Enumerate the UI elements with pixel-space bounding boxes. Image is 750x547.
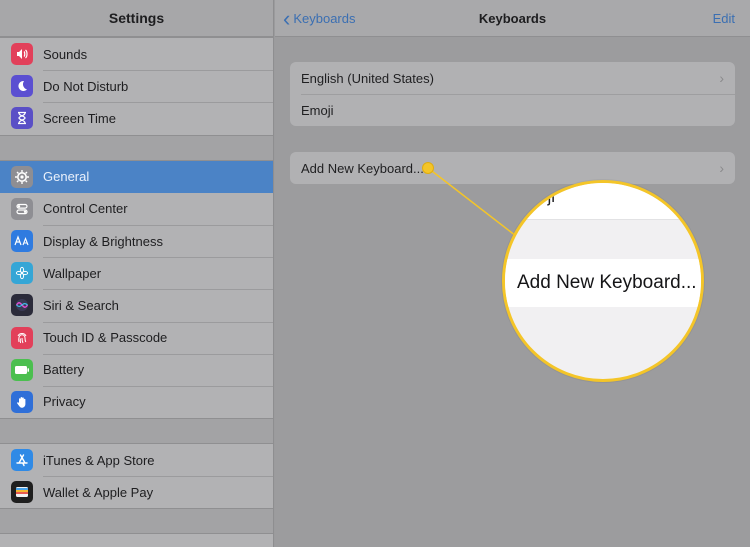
sidebar-item-label: Control Center (43, 201, 128, 217)
sidebar-item-label: Battery (43, 362, 85, 378)
sidebar-title: Settings (0, 0, 273, 37)
callout-dot (422, 162, 434, 174)
moon-icon (11, 75, 33, 98)
sidebar-item-label: Touch ID & Passcode (43, 330, 168, 346)
hourglass-icon (11, 107, 33, 130)
gear-icon (11, 165, 33, 188)
magnifier-add-keyboard: Add New Keyboard... (505, 259, 701, 307)
magnifier-callout: oji Add New Keyboard... (502, 180, 704, 382)
sidebar-item-privacy[interactable]: Privacy (0, 385, 273, 418)
sidebar-item-label: Sounds (43, 46, 88, 62)
speaker-icon (11, 43, 33, 66)
sidebar-item-label: Wallet & Apple Pay (43, 484, 154, 500)
sidebar-group-accounts (0, 533, 273, 547)
sidebar-item-general[interactable]: General (0, 160, 273, 193)
sidebar-item-label: Display & Brightness (43, 233, 163, 249)
app-store-icon (11, 449, 33, 472)
sidebar-item-control-center[interactable]: Control Center (0, 193, 273, 225)
add-new-keyboard-button[interactable]: Add New Keyboard... › (290, 152, 735, 184)
chevron-right-icon: › (719, 70, 724, 86)
sidebar-item-label: Siri & Search (43, 297, 119, 313)
keyboard-emoji[interactable]: Emoji (290, 94, 735, 126)
sidebar-item-label: General (43, 169, 90, 185)
chevron-left-icon: ‹ (283, 5, 291, 31)
edit-button[interactable]: Edit (713, 0, 735, 37)
keyboard-label: Emoji (301, 102, 334, 118)
sidebar-item-touch-id-passcode[interactable]: Touch ID & Passcode (0, 321, 273, 354)
siri-icon (11, 294, 33, 317)
keyboard-label: English (United States) (301, 70, 434, 86)
sidebar-group-system: General Control Center Display & Brightn… (0, 159, 273, 420)
magnifier-top-row (505, 183, 701, 219)
toggles-icon (11, 197, 33, 220)
add-keyboard-label: Add New Keyboard... (301, 160, 424, 176)
sidebar-item-label: Privacy (43, 394, 86, 410)
back-button[interactable]: ‹ Keyboards (283, 0, 355, 37)
sidebar-item-label: Screen Time (43, 110, 116, 126)
sidebar-group-store: iTunes & App Store Wallet & Apple Pay (0, 443, 273, 510)
sidebar-item-label: Wallpaper (43, 265, 102, 281)
wallet-icon (11, 481, 33, 504)
sidebar-item-screen-time[interactable]: Screen Time (0, 102, 273, 134)
back-button-label: Keyboards (293, 11, 356, 26)
magnifier-separator (505, 219, 701, 220)
text-size-icon (11, 230, 33, 253)
battery-icon (11, 358, 33, 381)
flower-icon (11, 262, 33, 285)
sidebar-item-display-brightness[interactable]: Display & Brightness (0, 224, 273, 257)
sidebar-item-siri-search[interactable]: Siri & Search (0, 289, 273, 321)
sidebar-item-itunes-app-store[interactable]: iTunes & App Store (0, 444, 273, 476)
sidebar-item-wallet-apple-pay[interactable]: Wallet & Apple Pay (0, 476, 273, 508)
sidebar-item-do-not-disturb[interactable]: Do Not Disturb (0, 70, 273, 102)
fingerprint-icon (11, 326, 33, 349)
sidebar-spacer (0, 419, 273, 444)
hand-icon (11, 390, 33, 413)
keyboards-list: English (United States) › Emoji (290, 62, 735, 126)
sidebar-spacer (0, 135, 273, 160)
sidebar-item-wallpaper[interactable]: Wallpaper (0, 257, 273, 289)
sidebar-spacer (0, 509, 273, 534)
sidebar-item-label: iTunes & App Store (43, 452, 155, 468)
add-keyboard-group: Add New Keyboard... › (290, 152, 735, 184)
sidebar-item-sounds[interactable]: Sounds (0, 38, 273, 70)
page-title: Keyboards (478, 10, 547, 26)
keyboard-english-us[interactable]: English (United States) › (290, 62, 735, 94)
sidebar-group-alerts: Sounds Do Not Disturb Screen Time (0, 37, 273, 136)
settings-sidebar: Settings Sounds Do Not Disturb Screen Ti… (0, 0, 274, 547)
sidebar-item-label: Do Not Disturb (43, 78, 129, 94)
chevron-right-icon: › (719, 160, 724, 176)
navigation-bar: ‹ Keyboards Keyboards Edit (275, 0, 750, 37)
sidebar-item-battery[interactable]: Battery (0, 353, 273, 386)
magnifier-emoji-fragment: oji (538, 187, 556, 206)
